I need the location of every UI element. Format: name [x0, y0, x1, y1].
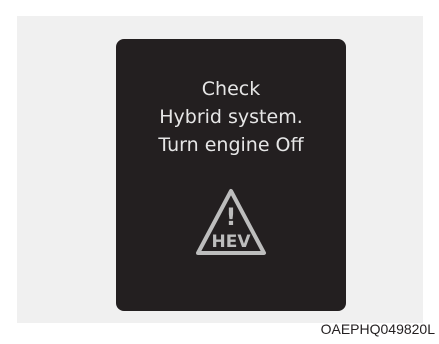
cluster-warning-display: Check Hybrid system. Turn engine Off ! H…	[116, 39, 346, 311]
figure-frame: Check Hybrid system. Turn engine Off ! H…	[0, 0, 439, 344]
message-line-3: Turn engine Off	[158, 134, 304, 156]
message-line-1: Check	[201, 78, 261, 100]
warning-exclamation: !	[226, 203, 237, 231]
message-line-2: Hybrid system.	[159, 106, 303, 128]
hev-warning-triangle-icon: ! HEV	[196, 189, 266, 255]
hev-label: HEV	[212, 232, 252, 252]
image-code-caption: OAEPHQ049820L	[320, 321, 435, 337]
